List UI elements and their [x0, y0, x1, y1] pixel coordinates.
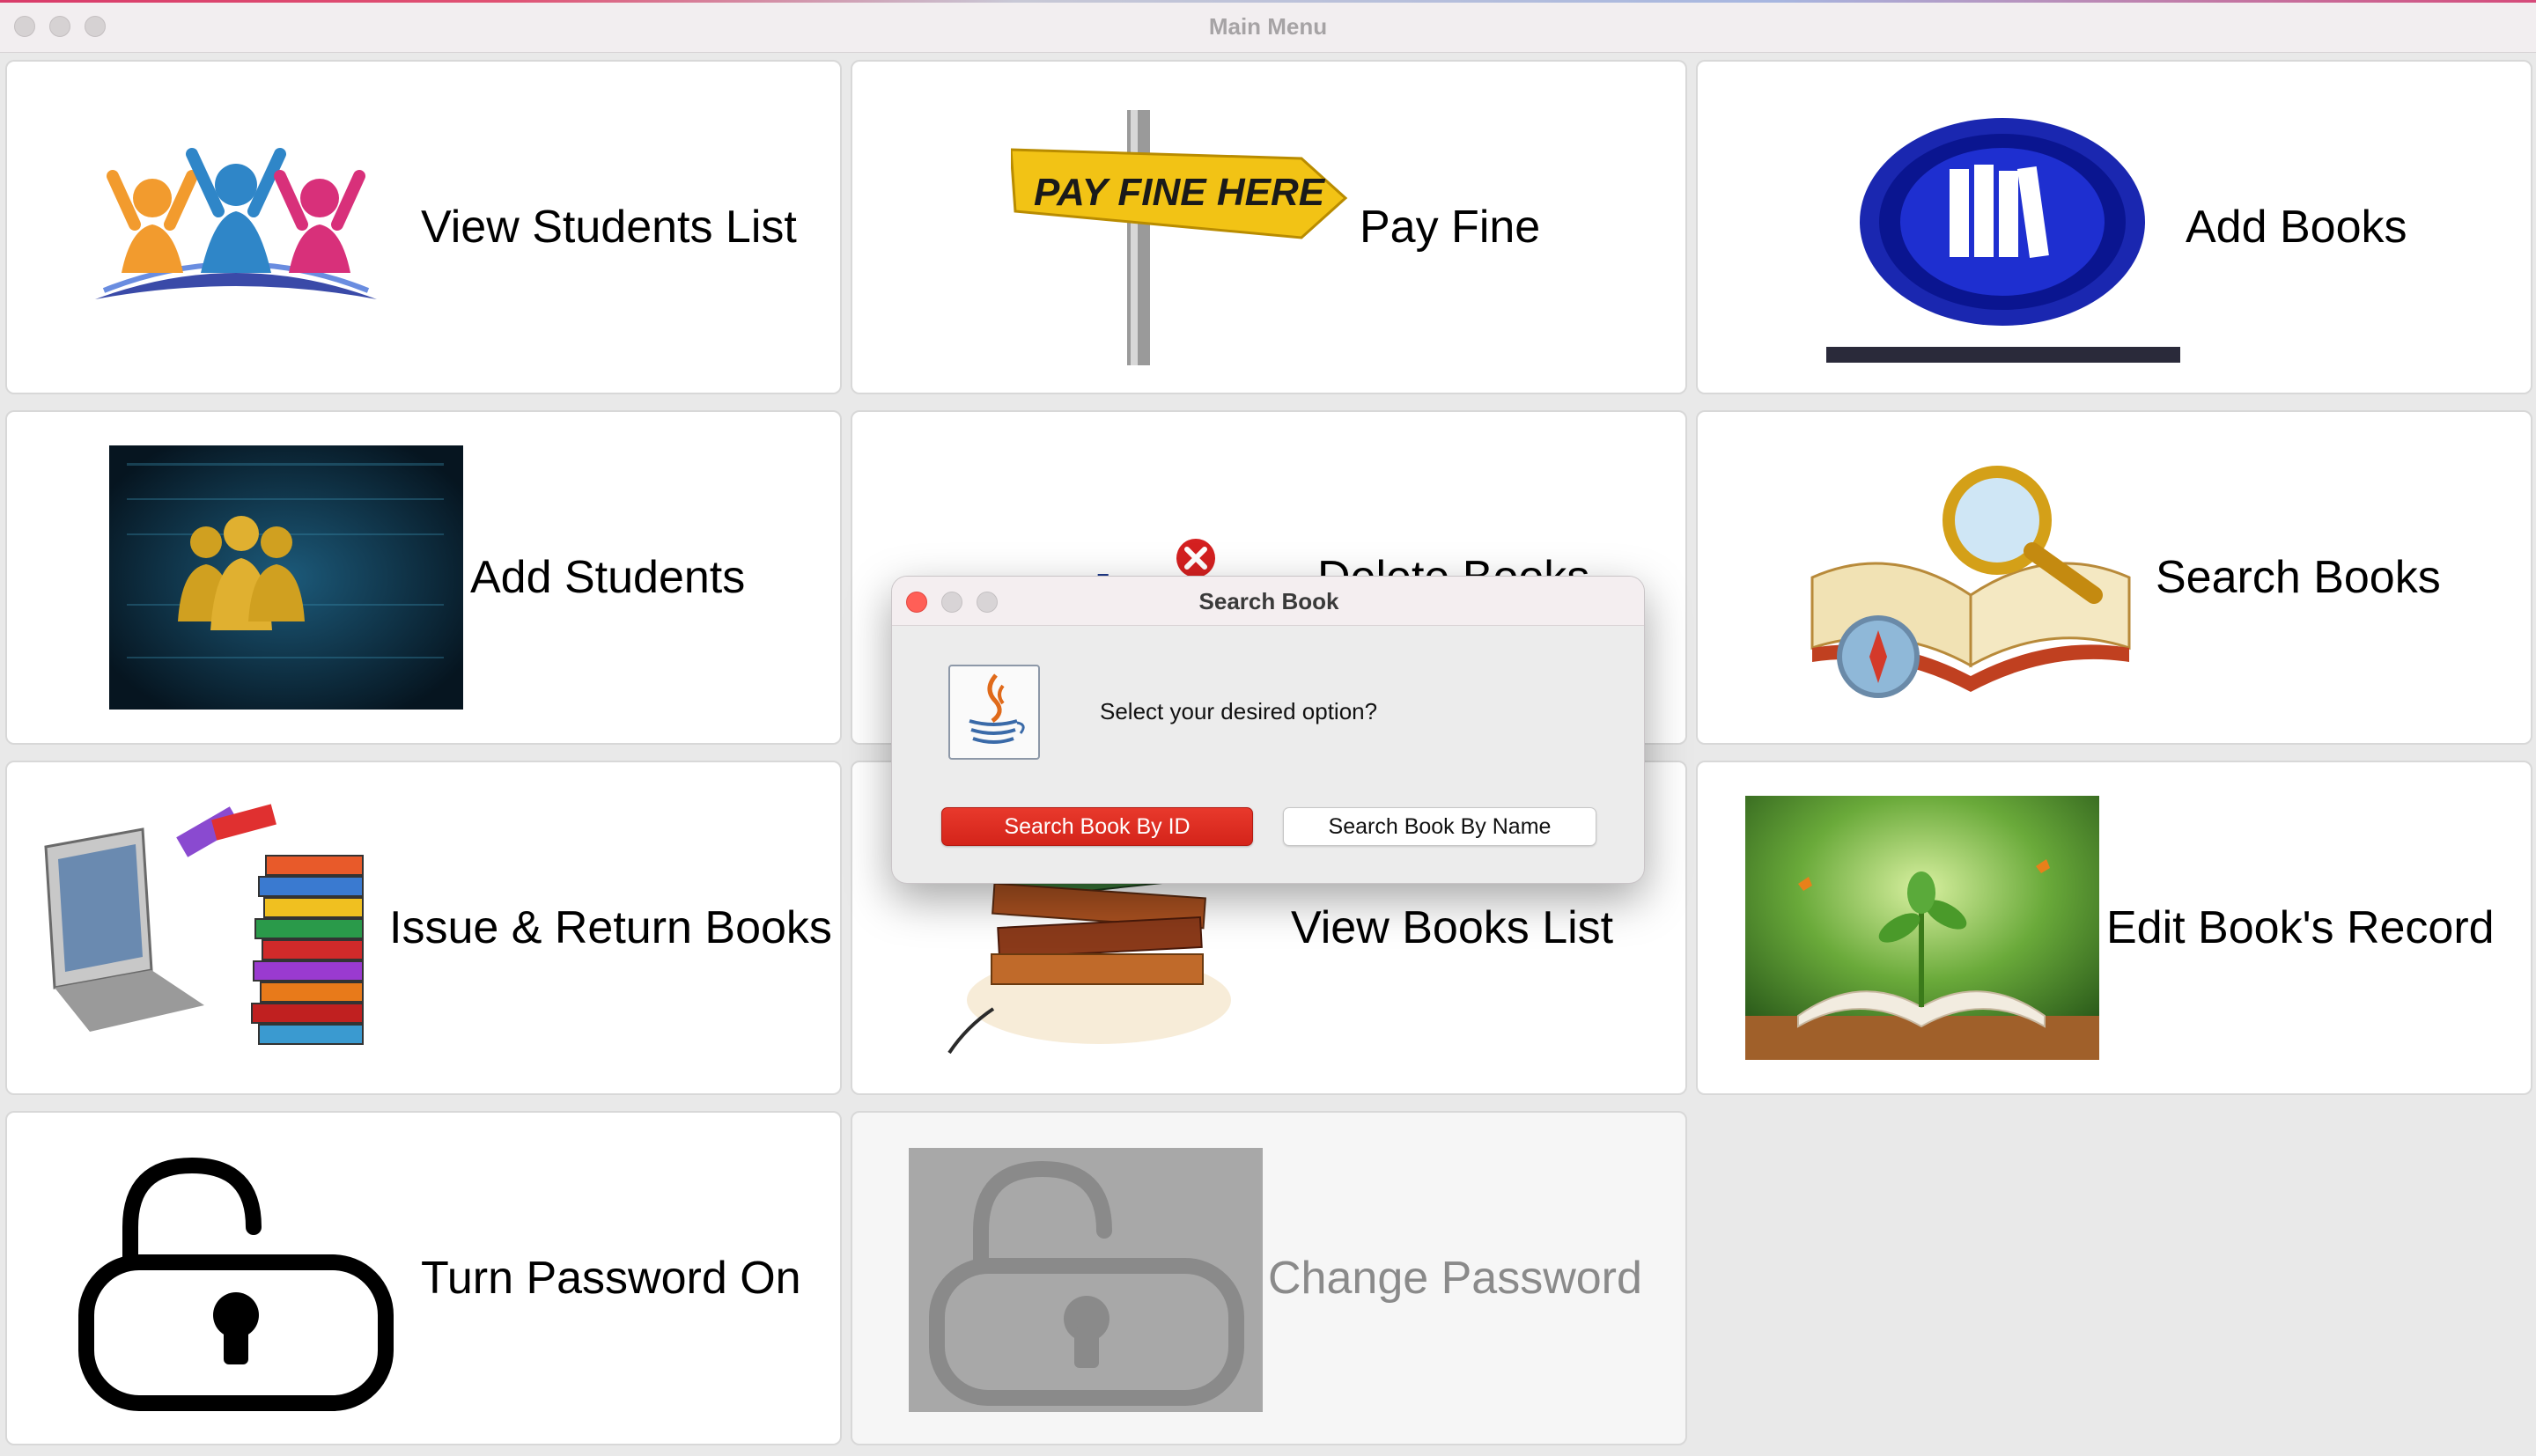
- issue-return-books-button[interactable]: Issue & Return Books: [5, 761, 842, 1095]
- padlock-open-icon: [78, 1157, 394, 1411]
- tile-label: View Students List: [421, 202, 797, 253]
- students-group-icon: [95, 148, 377, 299]
- tile-label: Add Students: [470, 552, 746, 603]
- pay-fine-button[interactable]: PAY FINE HERE Pay Fine: [851, 60, 1687, 394]
- tile-label: Issue & Return Books: [389, 902, 832, 953]
- dialog-title-bar: Search Book: [892, 577, 1644, 626]
- sign-text: PAY FINE HERE: [1034, 171, 1326, 214]
- title-bar: Main Menu: [0, 0, 2536, 53]
- tile-label: Change Password: [1268, 1253, 1642, 1304]
- search-books-button[interactable]: Search Books: [1696, 410, 2532, 745]
- tile-label: Edit Book's Record: [2106, 902, 2495, 953]
- search-by-name-button[interactable]: Search Book By Name: [1283, 807, 1596, 846]
- dialog-title: Search Book: [1198, 588, 1339, 614]
- tile-label: Add Books: [2186, 202, 2407, 253]
- add-books-button[interactable]: Add Books: [1696, 60, 2532, 394]
- padlock-open-disabled-icon: [929, 1160, 1244, 1406]
- turn-password-on-button[interactable]: Turn Password On: [5, 1111, 842, 1445]
- students-digital-icon: [109, 445, 463, 710]
- search-by-id-button[interactable]: Search Book By ID: [941, 807, 1253, 846]
- add-students-button[interactable]: Add Students: [5, 410, 842, 745]
- tile-label: View Books List: [1291, 902, 1614, 953]
- pay-fine-signpost-icon: PAY FINE HERE: [1011, 110, 1348, 365]
- edit-book-record-button[interactable]: Edit Book's Record: [1696, 761, 2532, 1095]
- open-book-plant-icon: [1745, 796, 2099, 1060]
- tile-label: Search Books: [2156, 552, 2441, 603]
- book-magnifier-icon: [1810, 466, 2131, 698]
- dialog-message: Select your desired option?: [1100, 698, 1378, 724]
- search-book-dialog: Search Book Select your desired option? …: [891, 576, 1645, 884]
- books-emblem-icon: [1826, 118, 2180, 363]
- main-menu-window: Main Menu View Students List PAY FINE HE…: [0, 0, 2536, 1456]
- view-students-list-button[interactable]: View Students List: [5, 60, 842, 394]
- change-password-button[interactable]: Change Password: [851, 1111, 1687, 1445]
- tile-label: Turn Password On: [421, 1253, 801, 1304]
- tile-label: Pay Fine: [1360, 202, 1541, 253]
- java-coffee-icon: [948, 665, 1040, 760]
- window-title: Main Menu: [1208, 13, 1328, 40]
- laptop-books-icon: [44, 804, 364, 1045]
